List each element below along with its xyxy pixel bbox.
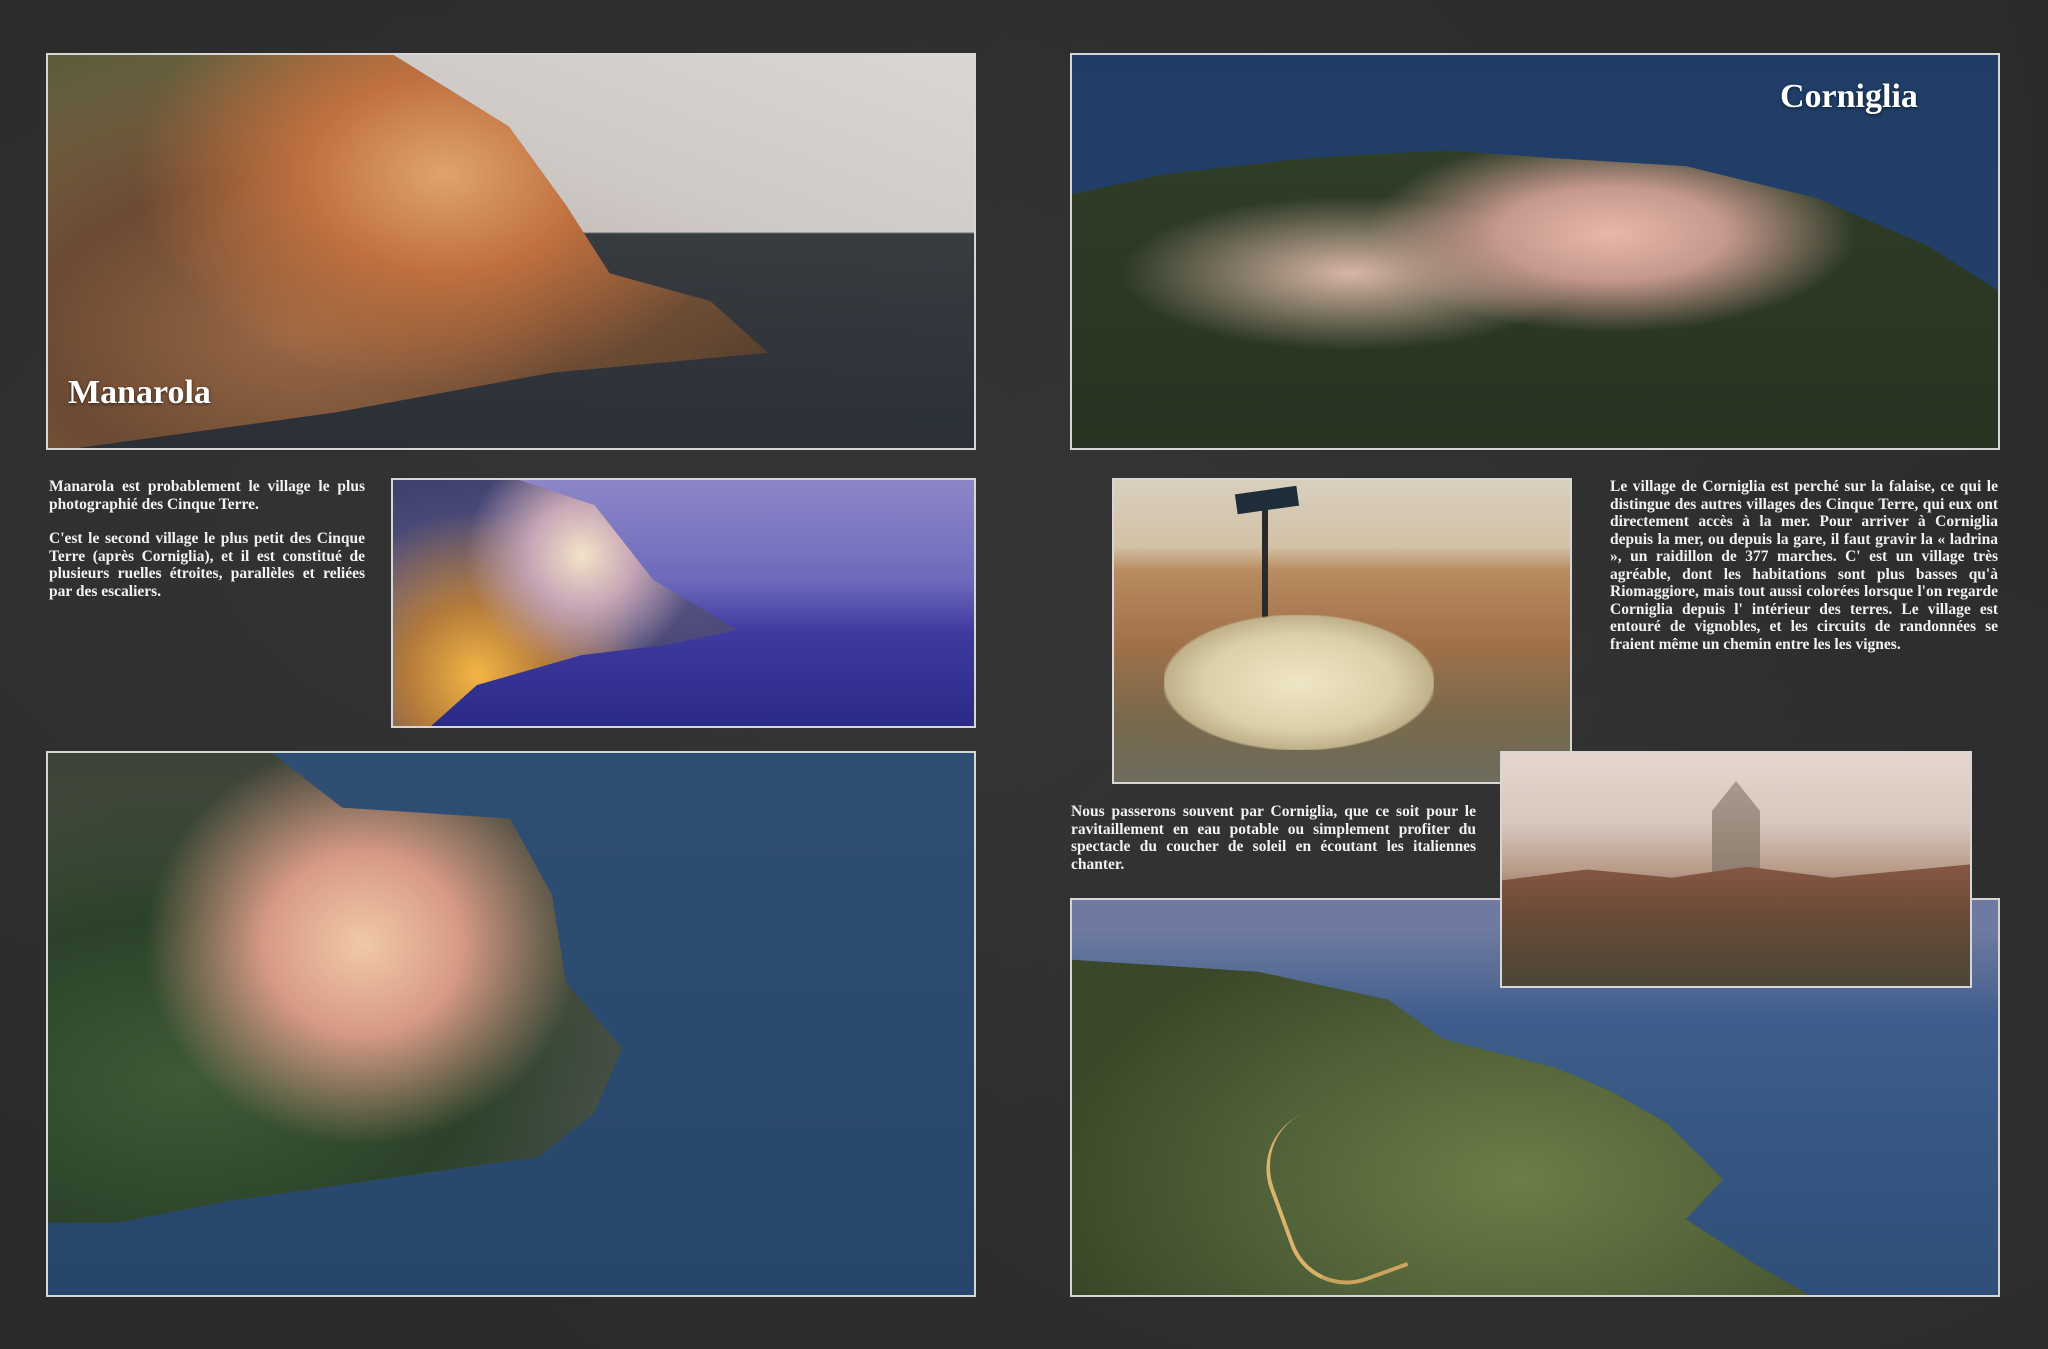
manarola-evening-cliff [393,480,738,726]
corniglia-paragraph-secondary: Nous passerons souvent par Corniglia, qu… [1071,803,1476,873]
manarola-paragraph-1: Manarola est probablement le village le … [49,478,365,513]
caption-corniglia: Corniglia [1780,78,1918,115]
photo-vespa-corniglia [1112,478,1572,784]
vespa-scooter [1164,615,1434,750]
photo-manarola-night [46,751,976,1297]
caption-manarola: Manarola [68,374,211,411]
village-rooftops [1502,863,1970,986]
street-sign [1234,485,1300,515]
photo-church-corniglia [1500,751,1972,988]
corniglia-paragraph-main: Le village de Corniglia est perché sur l… [1610,478,1998,653]
manarola-text: Manarola est probablement le village le … [49,478,365,617]
manarola-night-cliff [48,753,622,1223]
corniglia-secondary-text: Nous passerons souvent par Corniglia, qu… [1071,803,1476,890]
photo-manarola-evening [391,478,976,728]
corniglia-main-text: Le village de Corniglia est perché sur l… [1610,478,1998,670]
church-bell-tower [1712,781,1760,881]
manarola-paragraph-2: C'est le second village le plus petit de… [49,530,365,600]
